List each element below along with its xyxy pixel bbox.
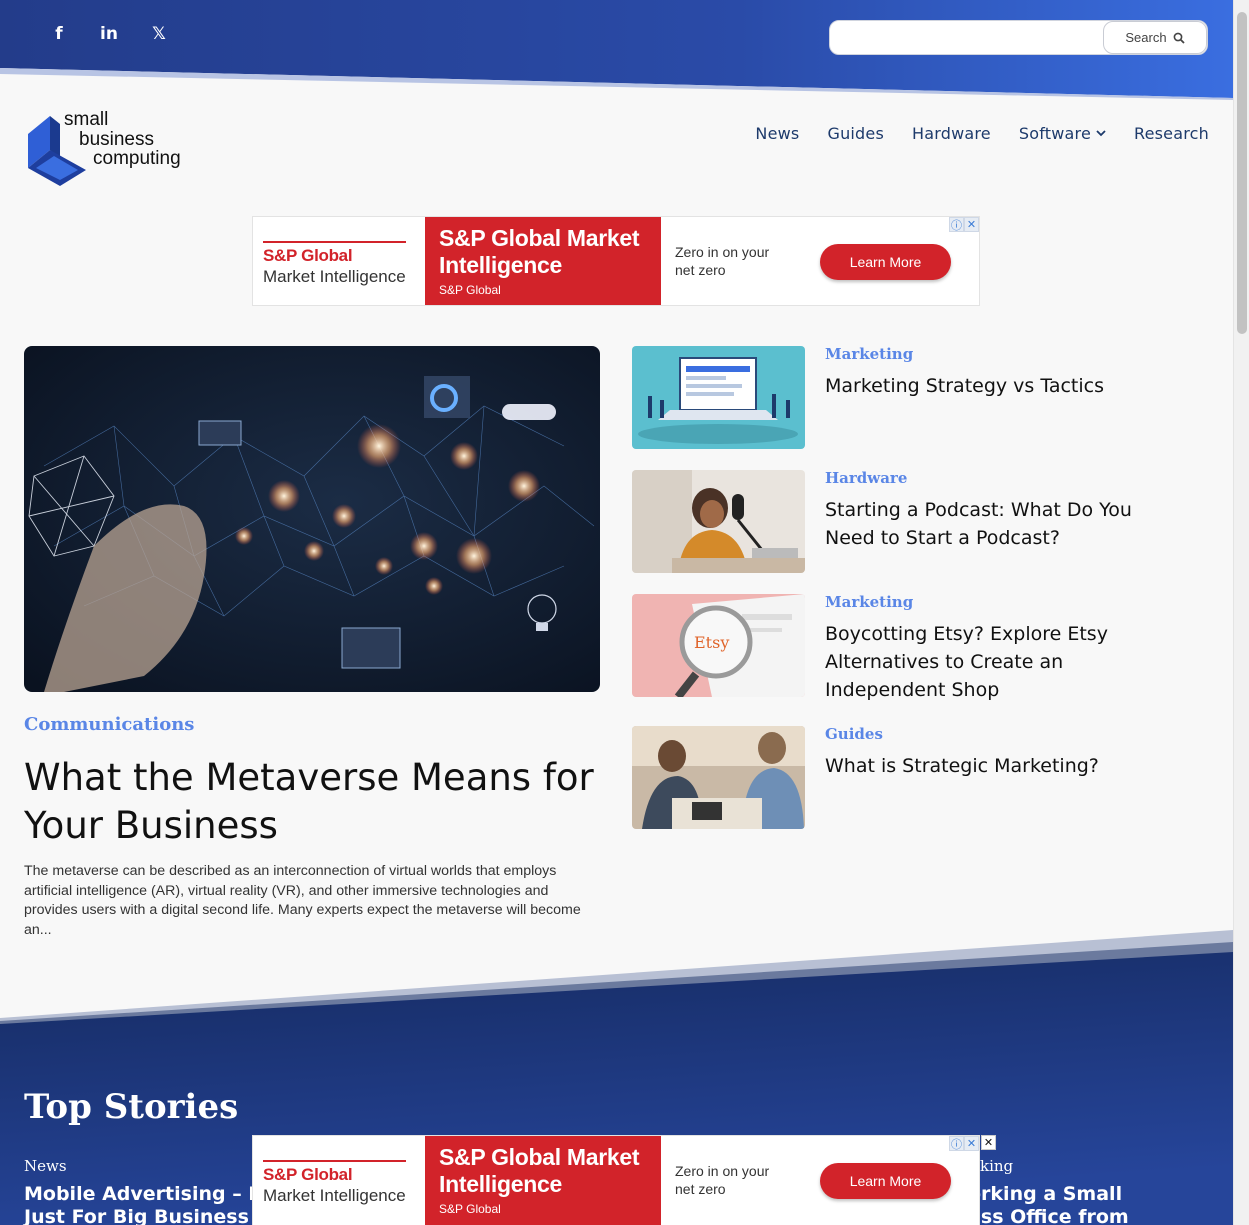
- side-category-2[interactable]: Hardware: [825, 469, 907, 487]
- search-input[interactable]: [838, 27, 1098, 49]
- nav-research[interactable]: Research: [1134, 124, 1209, 143]
- top-story-title-1-line-2: Just For Big Business: [24, 1206, 249, 1225]
- strategy-meeting-image: [632, 726, 805, 829]
- top-stories-heading: Top Stories: [24, 1087, 239, 1127]
- sticky-ad-tagline-line-1: Zero in on your: [675, 1163, 770, 1179]
- search-icon: [1173, 32, 1185, 44]
- sticky-ad-headline: S&P Global Market Intelligence: [439, 1144, 640, 1197]
- hero-title[interactable]: What the Metaverse Means for Your Busine…: [24, 754, 600, 850]
- ad-info-icon[interactable]: ⓘ: [949, 217, 964, 232]
- page-scrollbar[interactable]: [1233, 0, 1249, 1225]
- side-category-4[interactable]: Guides: [825, 725, 883, 743]
- top-story-category-2[interactable]: king: [980, 1157, 1013, 1175]
- ad-sponsor: S&P Global: [439, 283, 501, 297]
- ad-banner-top[interactable]: S&P Global Market Intelligence S&P Globa…: [252, 216, 980, 306]
- sticky-ad-controls: ⓘ ✕: [949, 1136, 979, 1151]
- nav-software-label: Software: [1018, 124, 1091, 143]
- social-links: f in 𝕏: [34, 22, 184, 46]
- ad-close-icon[interactable]: ✕: [964, 217, 979, 232]
- podcast-woman-image: [632, 470, 805, 573]
- side-title-3[interactable]: Boycotting Etsy? Explore Etsy Alternativ…: [825, 620, 1175, 704]
- logo-text: small business computing: [64, 110, 181, 169]
- sticky-ad-brand-name: S&P Global: [263, 1160, 406, 1185]
- top-story-title-1-line-1: Mobile Advertising – No: [24, 1183, 278, 1205]
- sticky-ad-tagline-line-2: net zero: [675, 1181, 726, 1197]
- etsy-magnifier-image: Etsy: [632, 594, 805, 697]
- ad-banner-sticky[interactable]: S&P Global Market Intelligence S&P Globa…: [252, 1135, 980, 1225]
- side-thumb-4[interactable]: [632, 726, 805, 829]
- sticky-ad-close-icon[interactable]: ✕: [964, 1136, 979, 1151]
- top-story-title-2-line-2: ess Office from: [968, 1206, 1129, 1225]
- hero-category[interactable]: Communications: [24, 714, 194, 735]
- scrollbar-thumb[interactable]: [1237, 12, 1247, 334]
- top-story-title-1[interactable]: Mobile Advertising – No Just For Big Bus…: [24, 1183, 277, 1225]
- nav-hardware[interactable]: Hardware: [912, 124, 991, 143]
- logo-line-1: small: [64, 109, 109, 130]
- main-nav: News Guides Hardware Software Research: [755, 124, 1209, 143]
- ad-controls: ⓘ ✕: [949, 217, 979, 232]
- top-bar: f in 𝕏 Search: [0, 0, 1233, 100]
- sticky-ad-sponsor: S&P Global: [439, 1202, 501, 1216]
- top-story-category-1[interactable]: News: [24, 1157, 67, 1175]
- side-title-1[interactable]: Marketing Strategy vs Tactics: [825, 372, 1175, 400]
- sticky-ad-learn-more-button[interactable]: Learn More: [820, 1163, 951, 1199]
- ad-tagline-line-1: Zero in on your: [675, 244, 770, 260]
- top-story-title-2-line-1: orking a Small: [968, 1183, 1123, 1205]
- ad-brand-name: S&P Global: [263, 241, 406, 266]
- ad-tagline-line-2: net zero: [675, 262, 726, 278]
- nav-software[interactable]: Software: [1019, 124, 1106, 143]
- sticky-ad-brand: S&P Global Market Intelligence: [263, 1160, 406, 1206]
- side-category-1[interactable]: Marketing: [825, 345, 913, 363]
- chevron-down-icon: [1096, 130, 1106, 137]
- ad-brand-sub: Market Intelligence: [263, 267, 406, 286]
- metaverse-network-image: [24, 346, 600, 692]
- search-box: Search: [829, 20, 1208, 55]
- sticky-ad-info-icon[interactable]: ⓘ: [949, 1136, 964, 1151]
- search-button[interactable]: Search: [1103, 21, 1207, 54]
- sticky-ad-red-panel: S&P Global Market Intelligence S&P Globa…: [425, 1136, 661, 1225]
- site-logo[interactable]: small business computing: [26, 110, 216, 190]
- sticky-ad-dismiss-icon[interactable]: ✕: [981, 1135, 996, 1150]
- side-thumb-2[interactable]: [632, 470, 805, 573]
- search-button-label: Search: [1125, 30, 1167, 45]
- facebook-icon[interactable]: f: [34, 22, 84, 46]
- top-story-title-2[interactable]: orking a Small ess Office from: [968, 1183, 1129, 1225]
- logo-line-2: business: [79, 128, 154, 150]
- ad-red-panel: S&P Global Market Intelligence S&P Globa…: [425, 217, 661, 305]
- side-title-2[interactable]: Starting a Podcast: What Do You Need to …: [825, 496, 1175, 552]
- ad-tagline: Zero in on your net zero: [675, 243, 769, 279]
- side-title-4[interactable]: What is Strategic Marketing?: [825, 752, 1175, 780]
- nav-guides[interactable]: Guides: [827, 124, 884, 143]
- svg-text:Etsy: Etsy: [694, 633, 729, 652]
- hero-image[interactable]: [24, 346, 600, 692]
- side-thumb-1[interactable]: [632, 346, 805, 449]
- side-thumb-3[interactable]: Etsy: [632, 594, 805, 697]
- ad-learn-more-button[interactable]: Learn More: [820, 244, 951, 280]
- marketing-laptop-image: [632, 346, 805, 449]
- side-category-3[interactable]: Marketing: [825, 593, 913, 611]
- ad-headline: S&P Global Market Intelligence: [439, 225, 640, 278]
- x-twitter-icon[interactable]: 𝕏: [134, 22, 184, 46]
- nav-news[interactable]: News: [755, 124, 799, 143]
- sticky-ad-tagline: Zero in on your net zero: [675, 1162, 769, 1198]
- sticky-ad-brand-sub: Market Intelligence: [263, 1186, 406, 1205]
- linkedin-icon[interactable]: in: [84, 22, 134, 46]
- logo-line-3: computing: [93, 148, 181, 169]
- ad-brand: S&P Global Market Intelligence: [263, 241, 406, 287]
